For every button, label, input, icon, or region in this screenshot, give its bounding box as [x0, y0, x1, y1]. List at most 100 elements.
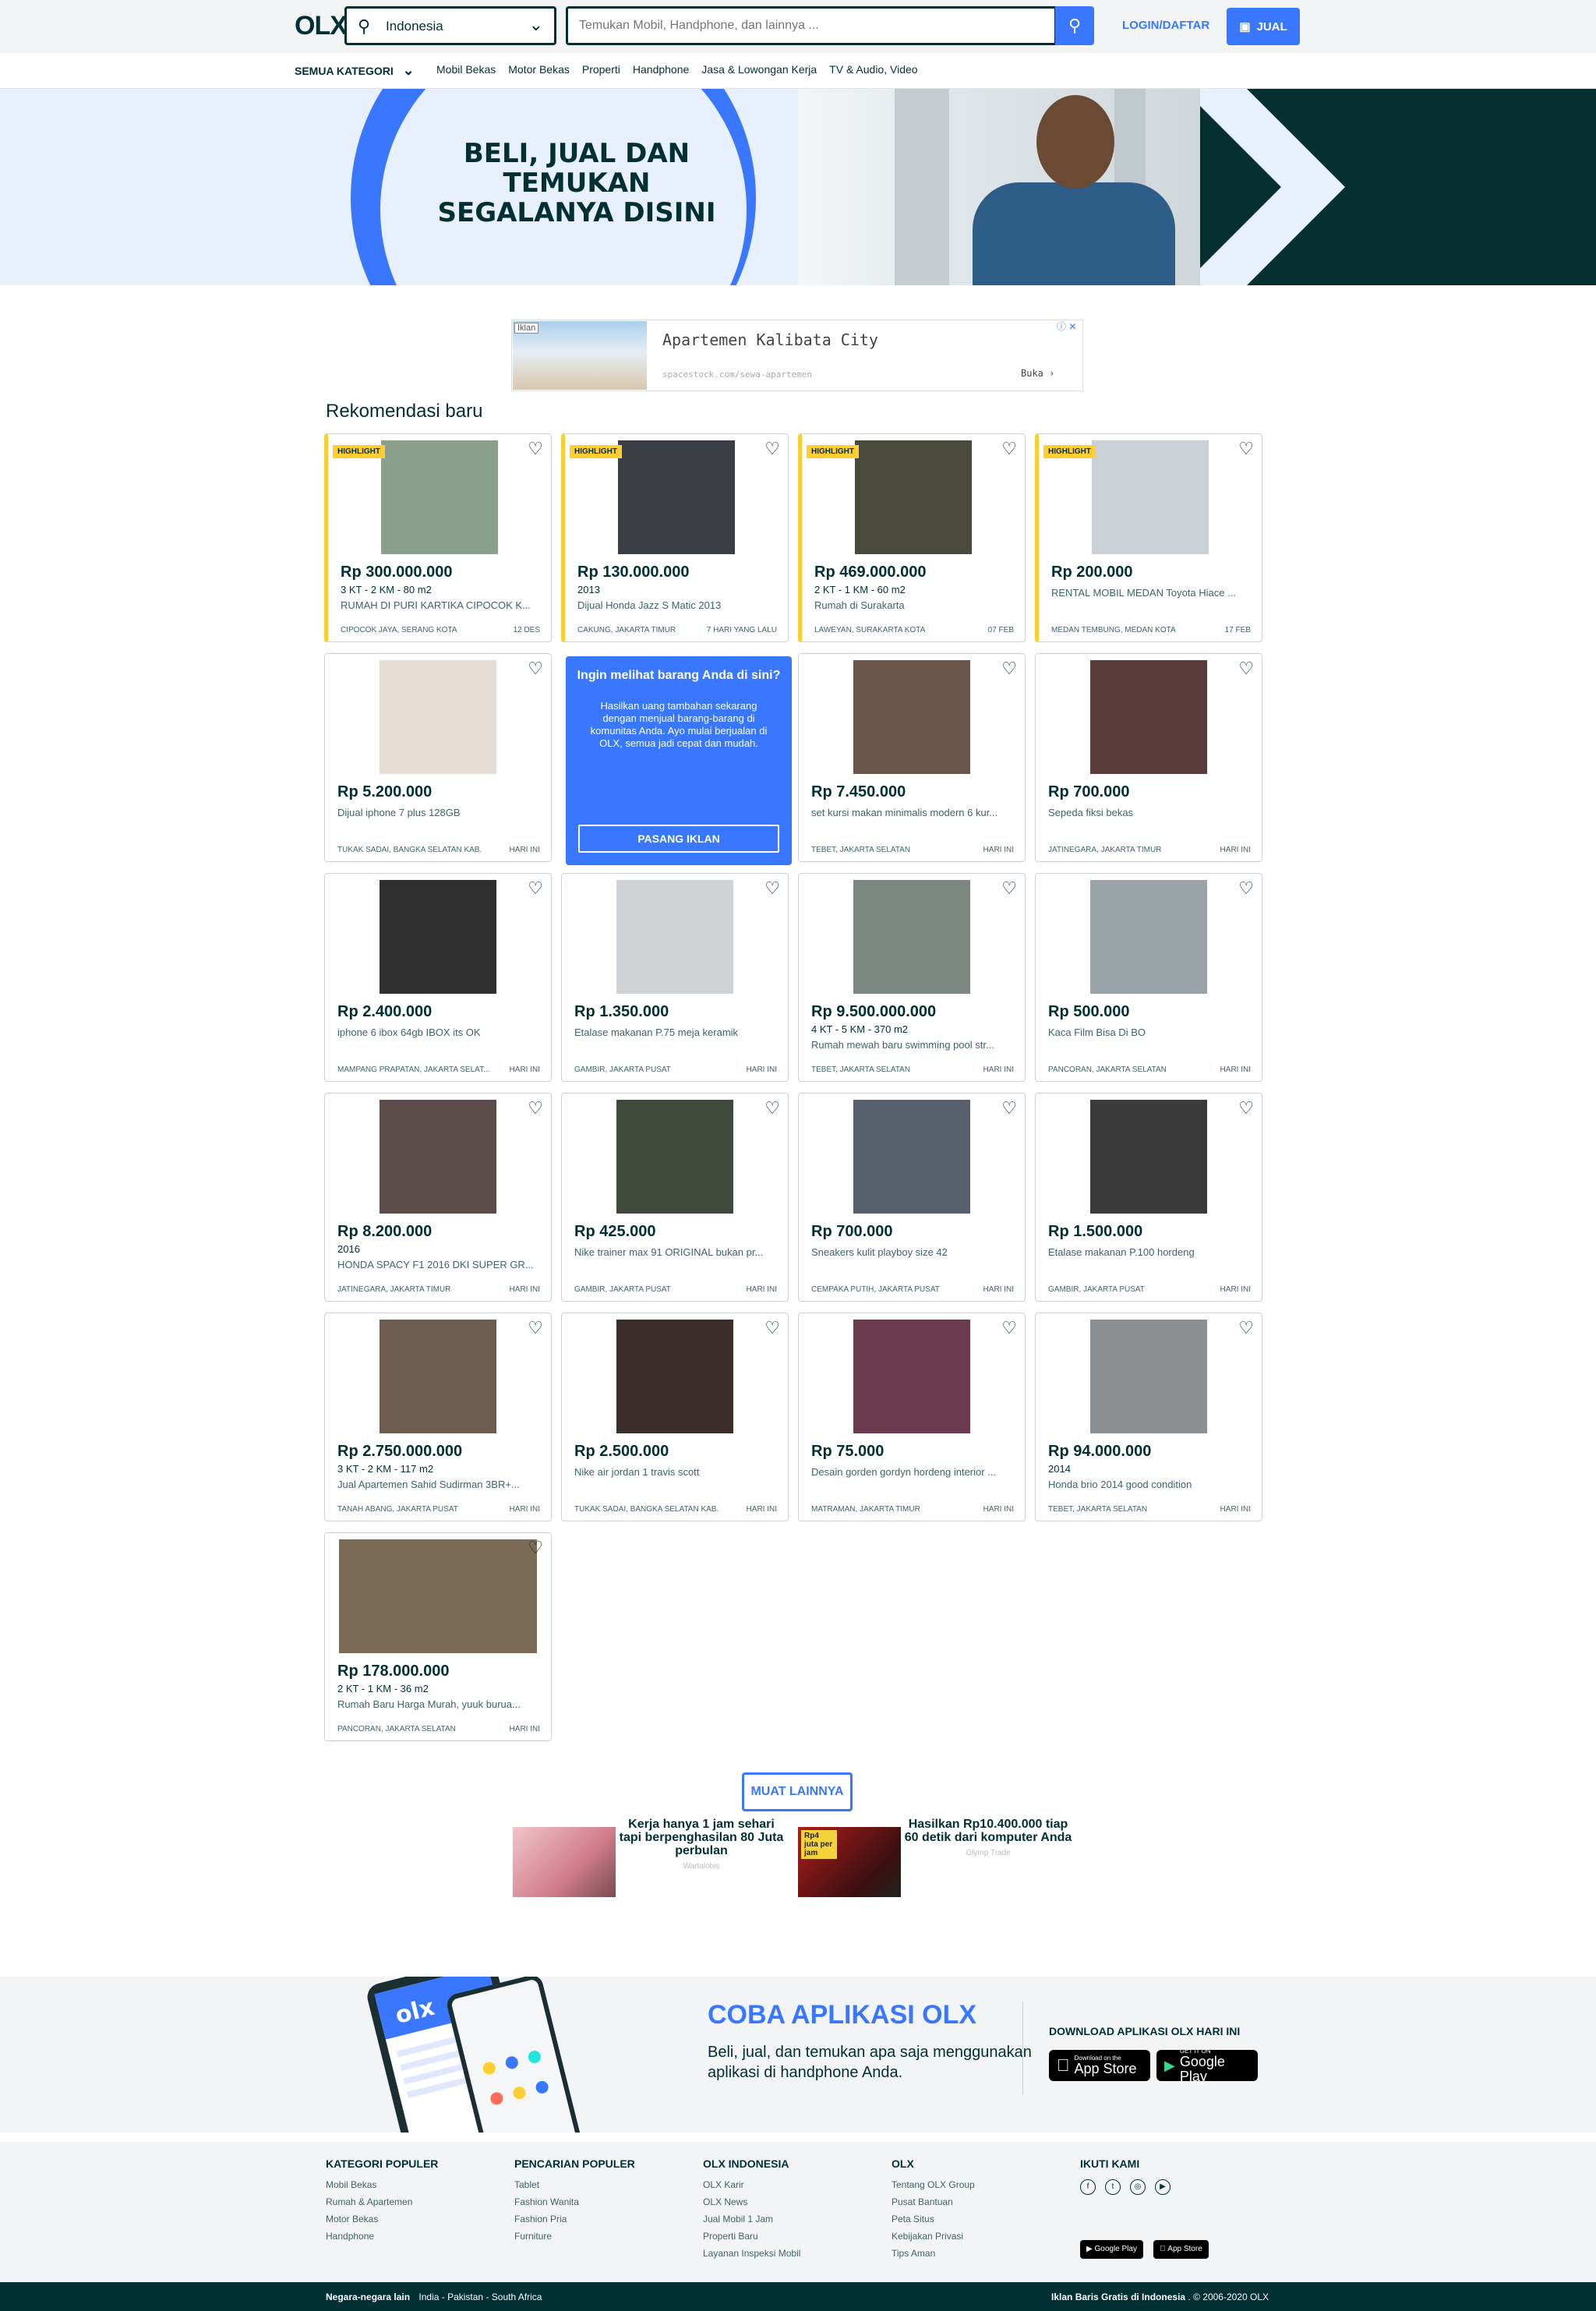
heart-icon[interactable]: ♡: [1001, 1098, 1017, 1118]
youtube-icon[interactable]: ▶: [1155, 2179, 1171, 2195]
all-categories-dropdown[interactable]: SEMUA KATEGORI ⌄: [295, 62, 415, 79]
heart-icon[interactable]: ♡: [1001, 1318, 1017, 1338]
footer-link[interactable]: Tips Aman: [892, 2248, 975, 2259]
heart-icon[interactable]: ♡: [1238, 1318, 1254, 1338]
listing-price: Rp 469.000.000: [814, 564, 927, 581]
category-link[interactable]: Jasa & Lowongan Kerja: [701, 63, 817, 76]
listing-card[interactable]: ♡ Rp 7.450.000 set kursi makan minimalis m…: [798, 653, 1026, 862]
footer-link[interactable]: Mobil Bekas: [326, 2179, 438, 2190]
listing-title: Desain gorden gordyn hordeng interior ..…: [811, 1466, 997, 1478]
footer-link[interactable]: Furniture: [514, 2231, 635, 2242]
footer-link[interactable]: Kebijakan Privasi: [892, 2231, 975, 2242]
heart-icon[interactable]: ♡: [1001, 439, 1017, 459]
app-store-button[interactable]:  Download on the App Store: [1049, 2050, 1150, 2081]
heart-icon[interactable]: ♡: [1001, 878, 1017, 899]
category-link[interactable]: Properti: [582, 63, 620, 76]
heart-icon[interactable]: ♡: [528, 1098, 543, 1118]
listing-location: GAMBIR, JAKARTA PUSAT: [1048, 1285, 1145, 1294]
mini-app-store-button[interactable]:  App Store: [1153, 2240, 1209, 2259]
heart-icon[interactable]: ♡: [528, 1538, 543, 1558]
sponsored-image[interactable]: [513, 1827, 616, 1897]
post-ad-button[interactable]: PASANG IKLAN: [578, 825, 779, 853]
heart-icon[interactable]: ♡: [764, 439, 780, 459]
heart-icon[interactable]: ♡: [764, 878, 780, 899]
heart-icon[interactable]: ♡: [1001, 659, 1017, 679]
listing-card[interactable]: HIGHLIGHT ♡ Rp 469.000.000 2 KT - 1 KM - 60…: [798, 433, 1026, 642]
listing-title: Rumah Baru Harga Murah, yuuk burua...: [337, 1698, 521, 1710]
search-button[interactable]: ⚲: [1055, 6, 1094, 45]
sponsored-item[interactable]: Kerja hanya 1 jam sehari tapi berpenghas…: [616, 1816, 787, 1871]
category-link[interactable]: TV & Audio, Video: [829, 63, 917, 76]
listing-card[interactable]: ♡ Rp 1.350.000 Etalase makanan P.75 meja k…: [561, 873, 789, 1082]
heart-icon[interactable]: ♡: [1238, 439, 1254, 459]
footer-link[interactable]: Pusat Bantuan: [892, 2196, 975, 2207]
listing-card[interactable]: ♡ Rp 500.000 Kaca Film Bisa Di BO PANCORAN,…: [1035, 873, 1262, 1082]
listing-title: Dijual Honda Jazz S Matic 2013: [577, 599, 722, 611]
country-links[interactable]: India - Pakistan - South Africa: [418, 2292, 542, 2302]
twitter-icon[interactable]: t: [1105, 2179, 1121, 2195]
listing-card[interactable]: ♡ Rp 94.000.000 2014 Honda brio 2014 good c…: [1035, 1313, 1262, 1521]
search-input[interactable]: [568, 9, 1054, 43]
facebook-icon[interactable]: f: [1080, 2179, 1096, 2195]
heart-icon[interactable]: ♡: [1238, 659, 1254, 679]
sponsored-item[interactable]: Hasilkan Rp10.400.000 tiap 60 detik dari…: [901, 1816, 1075, 1857]
footer-link[interactable]: Layanan Inspeksi Mobil: [703, 2248, 800, 2259]
footer-link[interactable]: Tentang OLX Group: [892, 2179, 975, 2190]
heart-icon[interactable]: ♡: [1238, 1098, 1254, 1118]
footer-link[interactable]: Jual Mobil 1 Jam: [703, 2214, 800, 2224]
listing-card[interactable]: ♡ Rp 178.000.000 2 KT - 1 KM - 36 m2 Rumah …: [324, 1532, 552, 1741]
category-link[interactable]: Mobil Bekas: [436, 63, 496, 76]
listing-card[interactable]: HIGHLIGHT ♡ Rp 200.000 RENTAL MOBIL MEDAN T…: [1035, 433, 1262, 642]
olx-logo[interactable]: OLX: [295, 11, 348, 41]
heart-icon[interactable]: ♡: [528, 439, 543, 459]
heart-icon[interactable]: ♡: [764, 1318, 780, 1338]
heart-icon[interactable]: ♡: [1238, 878, 1254, 899]
footer-link[interactable]: Tablet: [514, 2179, 635, 2190]
listing-card[interactable]: ♡ Rp 75.000 Desain gorden gordyn hordeng i…: [798, 1313, 1026, 1521]
listing-card[interactable]: ♡ Rp 8.200.000 2016 HONDA SPACY F1 2016 DKI…: [324, 1093, 552, 1302]
listing-card[interactable]: ♡ Rp 5.200.000 Dijual iphone 7 plus 128GB T…: [324, 653, 552, 862]
listing-price: Rp 700.000: [811, 1223, 893, 1240]
search-field[interactable]: [566, 6, 1057, 45]
listing-card[interactable]: HIGHLIGHT ♡ Rp 130.000.000 2013 Dijual Honda…: [561, 433, 789, 642]
footer-link[interactable]: OLX News: [703, 2196, 800, 2207]
footer-link[interactable]: Handphone: [326, 2231, 438, 2242]
login-link[interactable]: LOGIN/DAFTAR: [1122, 19, 1209, 32]
highlight-badge: HIGHLIGHT: [807, 445, 859, 458]
hero-headline: BELI, JUAL DAN TEMUKAN SEGALANYA DISINI: [437, 138, 716, 228]
heart-icon[interactable]: ♡: [528, 878, 543, 899]
footer-link[interactable]: Motor Bekas: [326, 2214, 438, 2224]
footer-link[interactable]: Peta Situs: [892, 2214, 975, 2224]
footer-link[interactable]: Fashion Pria: [514, 2214, 635, 2224]
listing-card[interactable]: ♡ Rp 700.000 Sepeda fiksi bekas JATINEGARA,…: [1035, 653, 1262, 862]
google-play-button[interactable]: ▶ GET IT ON Google Play: [1156, 2048, 1258, 2083]
ad-close-icon[interactable]: ⓘ ✕: [1057, 320, 1076, 333]
sponsored-image[interactable]: Rp4 juta per jam: [798, 1827, 901, 1897]
instagram-icon[interactable]: ◎: [1130, 2179, 1146, 2195]
load-more-button[interactable]: MUAT LAINNYA: [742, 1772, 853, 1811]
listing-card[interactable]: HIGHLIGHT ♡ Rp 300.000.000 3 KT - 2 KM - 80…: [324, 433, 552, 642]
mini-google-play-button[interactable]: ▶ Google Play: [1080, 2240, 1143, 2259]
heart-icon[interactable]: ♡: [764, 1098, 780, 1118]
listing-price: Rp 1.350.000: [574, 1003, 669, 1020]
listing-card[interactable]: ♡ Rp 425.000 Nike trainer max 91 ORIGINAL …: [561, 1093, 789, 1302]
footer-link[interactable]: Fashion Wanita: [514, 2196, 635, 2207]
listing-card[interactable]: ♡ Rp 700.000 Sneakers kulit playboy size 4…: [798, 1093, 1026, 1302]
ad-open-button[interactable]: Buka ›: [1021, 368, 1054, 379]
sell-button[interactable]: ▣ JUAL: [1227, 8, 1300, 45]
listing-card[interactable]: ♡ Rp 2.500.000 Nike air jordan 1 travis sc…: [561, 1313, 789, 1521]
category-link[interactable]: Motor Bekas: [508, 63, 570, 76]
listing-card[interactable]: ♡ Rp 2.400.000 iphone 6 ibox 64gb IBOX its…: [324, 873, 552, 1082]
footer-link[interactable]: Rumah & Apartemen: [326, 2196, 438, 2207]
hero-banner[interactable]: BELI, JUAL DAN TEMUKAN SEGALANYA DISINI: [0, 89, 1596, 285]
location-select[interactable]: ⚲ Indonesia ⌄: [344, 6, 556, 45]
listing-card[interactable]: ♡ Rp 2.750.000.000 3 KT - 2 KM - 117 m2 Jua…: [324, 1313, 552, 1521]
ad-title[interactable]: Apartemen Kalibata City: [662, 330, 878, 349]
heart-icon[interactable]: ♡: [528, 1318, 543, 1338]
footer-link[interactable]: Properti Baru: [703, 2231, 800, 2242]
listing-card[interactable]: ♡ Rp 1.500.000 Etalase makanan P.100 horde…: [1035, 1093, 1262, 1302]
category-link[interactable]: Handphone: [633, 63, 689, 76]
listing-card[interactable]: ♡ Rp 9.500.000.000 4 KT - 5 KM - 370 m2 Rum…: [798, 873, 1026, 1082]
heart-icon[interactable]: ♡: [528, 659, 543, 679]
footer-link[interactable]: OLX Karir: [703, 2179, 800, 2190]
